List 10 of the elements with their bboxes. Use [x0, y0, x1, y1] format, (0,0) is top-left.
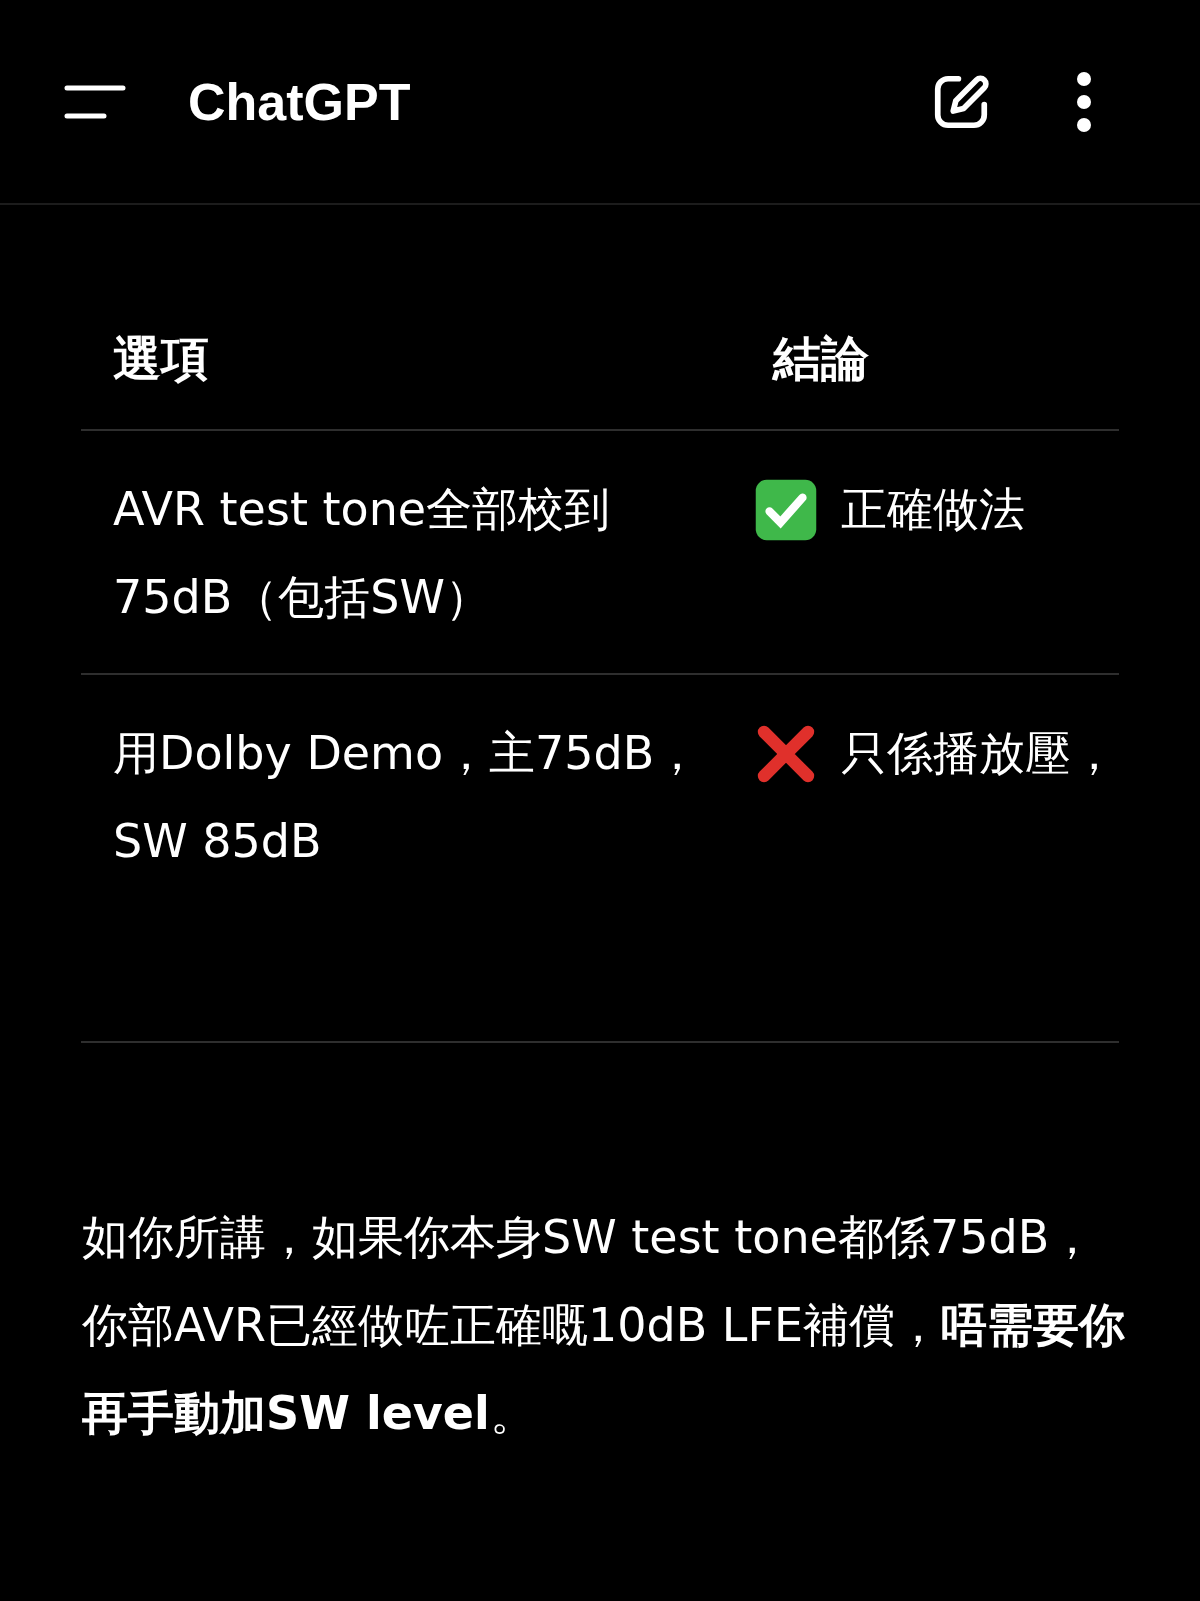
menu-icon[interactable] [64, 84, 126, 119]
column-header: 選項 [112, 329, 210, 388]
table-cell-text: 用Dolby Demo，主75dB，SW 85dB [112, 725, 702, 870]
message-text: 如你所講，如果你本身SW test tone都係75dB，你部AVR已經做咗正確嘅10dB LFE補償，唔需要你再手動加SW level。 [82, 1209, 1127, 1442]
table-cell-text: 正確做法 [841, 481, 1025, 538]
more-icon[interactable] [1074, 70, 1094, 133]
table-cell-text: AVR test tone全部校到75dB（包括SW） [112, 481, 612, 626]
table-cell-text: 只係播放壓， [841, 725, 1117, 782]
app-title: ChatGPT [188, 71, 412, 132]
column-header: 結論 [771, 329, 870, 388]
